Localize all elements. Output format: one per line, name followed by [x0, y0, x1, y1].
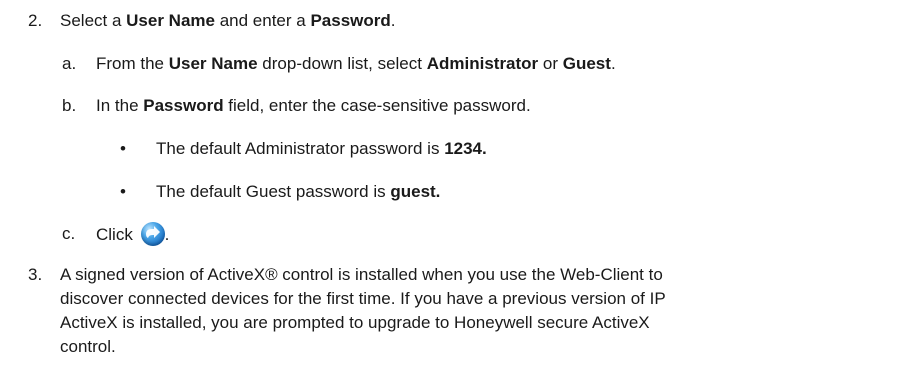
step-number: 3.: [28, 265, 43, 284]
step-text: .: [390, 11, 396, 30]
step-2-text: Select a User Name and enter a Password.: [60, 9, 396, 32]
bullet-icon: •: [120, 139, 126, 158]
bullet-item: The default Administrator password is 12…: [156, 137, 487, 160]
step-3-line: discover connected devices for the first…: [60, 289, 666, 308]
substep-text: field, enter the case-sensitive password…: [223, 96, 531, 115]
bullet-text: The default Guest password is: [156, 182, 391, 201]
substep-text: .: [164, 225, 170, 244]
emphasis-password: Password: [310, 11, 391, 30]
emphasis-user-name: User Name: [168, 54, 258, 73]
emphasis-guest: Guest: [562, 54, 611, 73]
step-text: and enter a: [214, 11, 311, 30]
go-arrow-icon: [140, 222, 165, 246]
bullet-item: The default Guest password is guest.: [156, 180, 440, 203]
substep-a-text: From the User Name drop-down list, selec…: [96, 52, 616, 75]
substep-letter: a.: [62, 54, 77, 73]
emphasis-administrator: Administrator: [426, 54, 539, 73]
substep-text: From the: [96, 54, 169, 73]
step-3-line: ActiveX is installed, you are prompted t…: [60, 313, 650, 332]
emphasis-guest-password: guest.: [390, 182, 441, 201]
substep-text: .: [610, 54, 616, 73]
substep-letter: b.: [62, 96, 77, 115]
substep-c-text: Click .: [96, 222, 169, 246]
substep-letter: c.: [62, 224, 76, 243]
bullet-text: The default Administrator password is: [156, 139, 445, 158]
emphasis-admin-password: 1234.: [444, 139, 487, 158]
emphasis-password: Password: [143, 96, 224, 115]
substep-b-text: In the Password field, enter the case-se…: [96, 94, 531, 117]
step-3-line: A signed version of ActiveX® control is …: [60, 265, 663, 284]
substep-text: In the: [96, 96, 144, 115]
step-number: 2.: [28, 11, 43, 30]
substep-text: or: [538, 54, 563, 73]
emphasis-user-name: User Name: [126, 11, 215, 30]
bullet-icon: •: [120, 182, 126, 201]
substep-text: drop-down list, select: [257, 54, 427, 73]
substep-text: Click: [96, 225, 138, 244]
step-text: Select a: [60, 11, 127, 30]
step-3-line: control.: [60, 337, 116, 356]
